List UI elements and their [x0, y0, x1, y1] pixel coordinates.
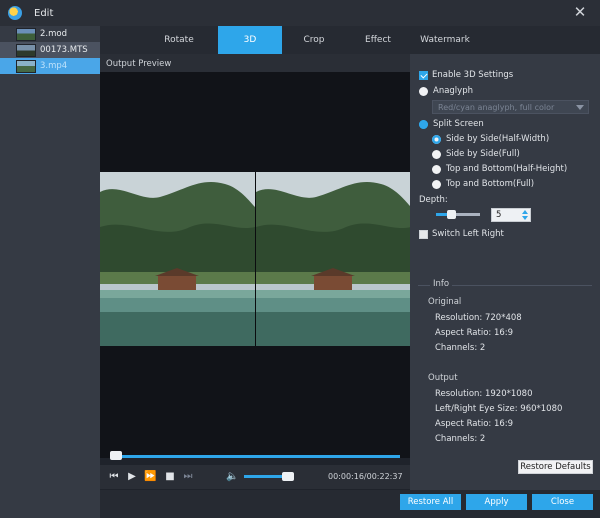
- restore-defaults-button[interactable]: Restore Defaults: [518, 460, 593, 474]
- seek-handle[interactable]: [110, 451, 122, 460]
- switch-left-right-checkbox[interactable]: Switch Left Right: [419, 229, 504, 239]
- tab-effect[interactable]: Effect: [346, 26, 410, 54]
- skip-back-icon[interactable]: ⏮: [108, 471, 120, 483]
- output-eye-size: Left/Right Eye Size: 960*1080: [435, 404, 563, 414]
- apply-button[interactable]: Apply: [466, 494, 527, 510]
- timecode: 00:00:16/00:22:37: [328, 472, 403, 481]
- file-name: 3.mp4: [40, 61, 68, 71]
- file-thumbnail: [16, 43, 36, 57]
- title-bar: Edit ✕: [0, 0, 600, 26]
- split-screen-radio[interactable]: Split Screen: [419, 119, 484, 129]
- radio-icon: [419, 119, 428, 129]
- radio-icon: [432, 179, 441, 189]
- radio-icon: [432, 149, 441, 159]
- original-aspect: Aspect Ratio: 16:9: [435, 328, 514, 338]
- arrow-down-icon[interactable]: [522, 216, 528, 220]
- output-resolution: Resolution: 1920*1080: [435, 389, 533, 399]
- volume-knob[interactable]: [282, 472, 294, 481]
- play-icon[interactable]: ▶: [126, 471, 138, 483]
- depth-slider-knob[interactable]: [447, 210, 456, 219]
- output-channels: Channels: 2: [435, 434, 486, 444]
- restore-all-button[interactable]: Restore All: [400, 494, 461, 510]
- file-thumbnail: [16, 27, 36, 41]
- checkbox-icon: [419, 229, 428, 239]
- anaglyph-radio[interactable]: Anaglyph: [419, 86, 473, 96]
- enable-3d-checkbox[interactable]: Enable 3D Settings: [419, 70, 513, 80]
- split-side-by-side-half[interactable]: Side by Side(Half-Width): [432, 134, 549, 144]
- depth-label: Depth:: [419, 195, 448, 205]
- close-button[interactable]: Close: [532, 494, 593, 510]
- file-item-2mod[interactable]: 2.mod: [0, 26, 100, 42]
- checkbox-icon: [419, 70, 428, 80]
- video-frame-right: [255, 172, 410, 346]
- split-side-by-side-full[interactable]: Side by Side(Full): [432, 149, 520, 159]
- original-channels: Channels: 2: [435, 343, 486, 353]
- file-item-3mp4[interactable]: 3.mp4: [0, 58, 100, 74]
- close-icon[interactable]: ✕: [572, 4, 588, 20]
- output-aspect: Aspect Ratio: 16:9: [435, 419, 514, 429]
- tab-rotate[interactable]: Rotate: [140, 26, 218, 54]
- window-title: Edit: [34, 7, 54, 19]
- seek-bar[interactable]: [110, 455, 400, 458]
- tab-watermark[interactable]: Watermark: [410, 26, 480, 54]
- video-frame-left: [100, 172, 255, 346]
- original-resolution: Resolution: 720*408: [435, 313, 522, 323]
- stop-icon[interactable]: ■: [164, 471, 176, 483]
- tab-3d[interactable]: 3D: [218, 26, 282, 54]
- file-list: 2.mod 00173.MTS 3.mp4: [0, 26, 100, 518]
- output-heading: Output: [428, 373, 458, 383]
- chevron-down-icon: [576, 105, 584, 110]
- radio-icon: [419, 86, 428, 96]
- stepper-arrows-icon[interactable]: [522, 210, 529, 220]
- tab-bar: Rotate 3D Crop Effect Watermark: [100, 26, 600, 54]
- volume-icon[interactable]: 🔈: [226, 471, 238, 483]
- original-heading: Original: [428, 297, 462, 307]
- anaglyph-dropdown[interactable]: Red/cyan anaglyph, full color: [432, 100, 589, 114]
- file-name: 2.mod: [40, 29, 67, 39]
- radio-icon: [432, 164, 441, 174]
- file-item-00173mts[interactable]: 00173.MTS: [0, 42, 100, 58]
- split-top-bottom-half[interactable]: Top and Bottom(Half-Height): [432, 164, 567, 174]
- file-name: 00173.MTS: [40, 45, 88, 55]
- info-title: Info: [430, 279, 453, 289]
- arrow-up-icon[interactable]: [522, 210, 528, 214]
- file-thumbnail: [16, 59, 36, 73]
- output-preview: [100, 72, 410, 458]
- tab-crop[interactable]: Crop: [282, 26, 346, 54]
- depth-stepper[interactable]: 5: [491, 208, 531, 222]
- radio-icon: [432, 134, 441, 144]
- fast-forward-icon[interactable]: ⏩: [144, 471, 156, 483]
- skip-forward-icon[interactable]: ⏭: [182, 471, 194, 483]
- output-preview-label: Output Preview: [100, 54, 410, 72]
- app-logo-icon: [8, 6, 22, 20]
- split-top-bottom-full[interactable]: Top and Bottom(Full): [432, 179, 534, 189]
